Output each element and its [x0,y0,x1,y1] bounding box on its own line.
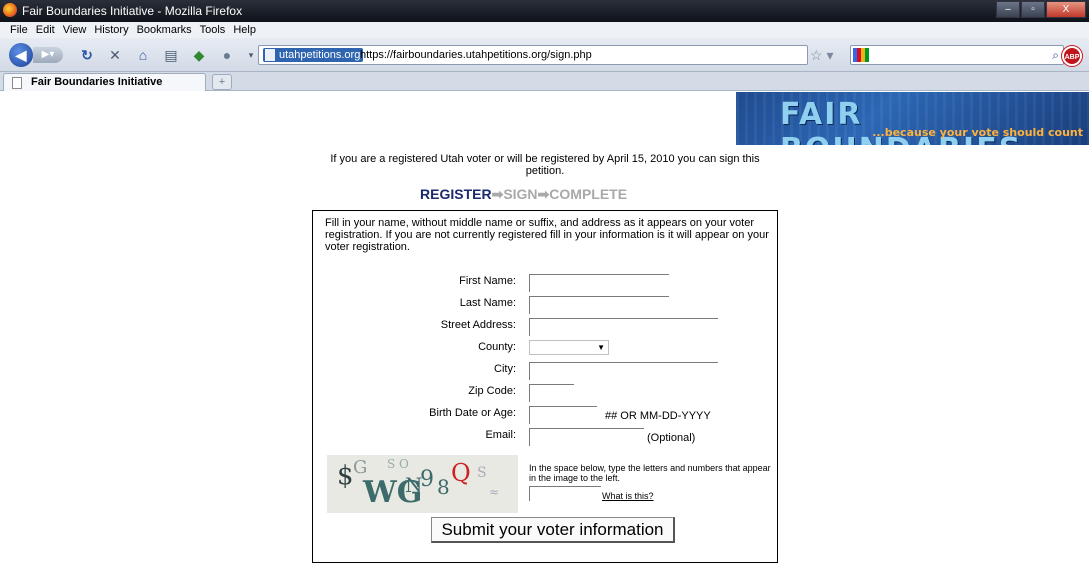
print-icon[interactable]: ▤ [162,46,180,64]
firefox-logo-icon [3,3,17,17]
captcha-glyph: Q [451,459,471,487]
url-text: https://fairboundaries.utahpetitions.org… [360,49,592,61]
page-favicon-icon [12,77,22,89]
minimize-button[interactable]: – [996,1,1020,18]
site-identity-badge[interactable]: utahpetitions.org [263,48,364,62]
city-label: City: [494,363,516,375]
street-address-input[interactable] [529,318,718,336]
step-sign: SIGN [503,186,538,202]
maximize-button[interactable]: ▫ [1021,1,1045,18]
step-arrow-icon: ➡ [491,186,504,202]
menu-edit[interactable]: Edit [36,22,55,38]
menu-bar: File Edit View History Bookmarks Tools H… [0,22,1089,38]
window-title-bar: Fair Boundaries Initiative - Mozilla Fir… [0,0,1089,22]
county-select[interactable]: ▼ [529,340,609,355]
email-row: Email: (Optional) [313,425,779,446]
tab-strip: Fair Boundaries Initiative + [0,72,1089,91]
captcha-image: $ G WG N 9 8 Q S O S ≈ [327,455,518,513]
bookmark-star-icon[interactable]: ☆ ▾ [810,47,833,64]
window-title: Fair Boundaries Initiative - Mozilla Fir… [22,4,243,18]
stop-icon[interactable]: ✕ [106,46,124,64]
first-name-input[interactable] [529,274,669,292]
captcha-glyph: 8 [437,475,450,499]
search-icon[interactable]: ⌕ [1052,48,1059,63]
tab-title: Fair Boundaries Initiative [31,76,163,88]
menu-bookmarks[interactable]: Bookmarks [137,22,192,38]
new-tab-button[interactable]: + [212,74,232,90]
navigation-toolbar: ▶▾ ◀ ↻ ✕ ⌂ ▤ ◆ ● ▾ utahpetitions.org htt… [0,38,1089,72]
captcha-glyph: ≈ [489,485,500,499]
adblock-plus-icon[interactable]: ABP [1062,46,1082,66]
what-is-this-link[interactable]: What is this? [602,491,654,501]
city-input[interactable] [529,362,718,380]
form-instructions: Fill in your name, without middle name o… [325,217,769,253]
birth-date-input[interactable] [529,406,597,424]
zip-code-label: Zip Code: [468,385,516,397]
email-optional-hint: (Optional) [647,432,696,444]
voter-registration-form: Fill in your name, without middle name o… [312,210,778,563]
birth-row: Birth Date or Age: ## OR MM-DD-YYYY [313,403,779,424]
home-icon[interactable]: ⌂ [134,46,152,64]
chevron-down-icon: ▼ [597,343,605,352]
county-row: County: ▼ [313,337,779,357]
captcha-instructions: In the space below, type the letters and… [529,463,771,483]
close-button[interactable]: X [1046,1,1086,18]
progress-steps: REGISTER➡SIGN➡COMPLETE [420,186,627,203]
last-name-label: Last Name: [459,297,516,309]
email-label: Email: [485,429,516,441]
back-button[interactable]: ◀ [9,43,33,67]
addon-icon[interactable]: ◆ [190,46,208,64]
street-address-label: Street Address: [440,319,516,331]
captcha-input[interactable] [529,486,601,501]
reload-icon[interactable]: ↻ [78,46,96,64]
url-bar[interactable]: utahpetitions.org https://fairboundaries… [258,45,808,65]
ps-icon[interactable]: ● [218,46,236,64]
fair-boundaries-banner: FAIR BOUNDARIES ...because your vote sho… [736,92,1089,145]
captcha-glyph: $ [337,461,354,491]
window-controls: – ▫ X [995,1,1086,18]
menu-history[interactable]: History [94,22,128,38]
menu-tools[interactable]: Tools [200,22,226,38]
step-arrow-icon: ➡ [537,186,550,202]
first-name-row: First Name: [313,271,779,292]
zip-row: Zip Code: [313,381,779,402]
email-input[interactable] [529,428,644,446]
menu-view[interactable]: View [63,22,87,38]
captcha-glyph: 9 [420,467,434,492]
last-name-row: Last Name: [313,293,779,314]
birth-date-label: Birth Date or Age: [429,407,516,419]
street-row: Street Address: [313,315,779,336]
step-complete: COMPLETE [549,186,628,202]
forward-button[interactable]: ▶▾ [33,47,63,63]
search-input[interactable]: ⌕ [850,45,1064,65]
menu-help[interactable]: Help [233,22,256,38]
tab-fair-boundaries[interactable]: Fair Boundaries Initiative [3,73,206,91]
step-register: REGISTER [420,186,492,202]
first-name-label: First Name: [459,275,516,287]
last-name-input[interactable] [529,296,669,314]
city-row: City: [313,359,779,380]
intro-text: If you are a registered Utah voter or wi… [330,153,760,177]
birth-date-hint: ## OR MM-DD-YYYY [605,410,711,422]
captcha-glyph: S O [387,457,409,471]
county-label: County: [478,341,516,353]
page-content: FAIR BOUNDARIES ...because your vote sho… [0,92,1089,573]
submit-button[interactable]: Submit your voter information [431,517,675,543]
zip-code-input[interactable] [529,384,574,402]
banner-tagline: ...because your vote should count [872,126,1083,139]
menu-file[interactable]: File [10,22,28,38]
captcha-glyph: S [477,465,487,481]
google-search-engine-icon[interactable] [853,48,869,62]
